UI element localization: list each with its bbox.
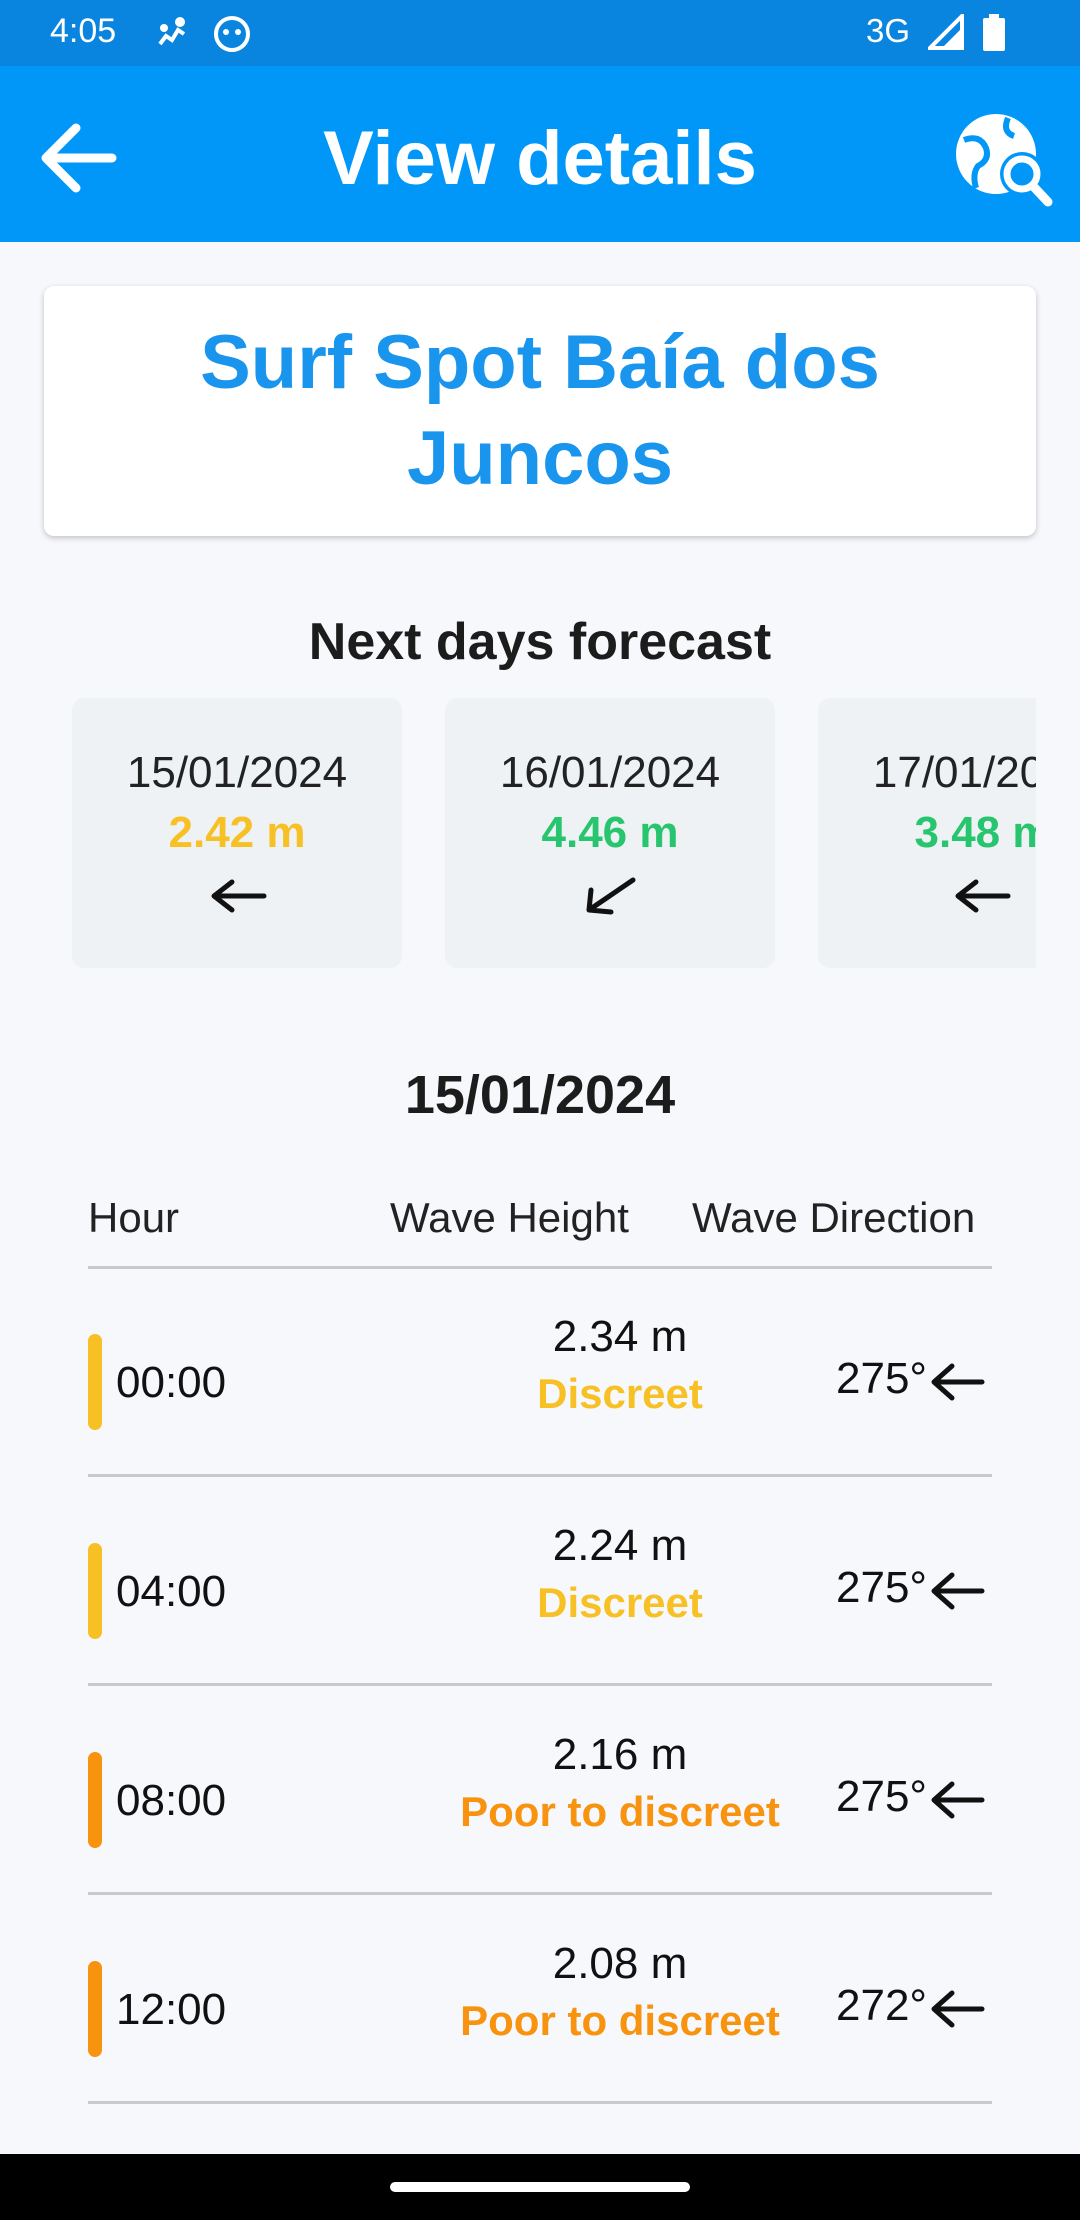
row-hour: 04:00 xyxy=(116,1567,227,1616)
spot-name: Surf Spot Baía dos Juncos xyxy=(200,320,880,501)
navigation-bar xyxy=(0,2154,1080,2220)
row-wave-height: 2.24 m xyxy=(552,1521,688,1570)
table-row: 08:00 2.16 m Poor to discreet 275° xyxy=(88,1686,992,1895)
row-wave-height: 2.34 m xyxy=(552,1312,688,1361)
home-handle[interactable] xyxy=(390,2182,690,2192)
row-direction: 275° xyxy=(836,1563,928,1612)
row-wave-height: 2.16 m xyxy=(552,1730,688,1779)
location-sync-icon xyxy=(152,14,192,55)
forecast-card[interactable]: 15/01/2024 2.42 m xyxy=(72,698,402,968)
quality-indicator xyxy=(88,1752,102,1848)
arrow-left-icon xyxy=(931,1990,985,2028)
row-hour: 08:00 xyxy=(116,1776,227,1825)
page-title: View details xyxy=(323,116,757,201)
robot-icon xyxy=(212,14,252,59)
arrow-left-icon xyxy=(211,879,267,913)
app-bar: View details xyxy=(0,66,1080,242)
forecast-card[interactable]: 16/01/2024 4.46 m xyxy=(445,698,775,968)
table-row: 12:00 2.08 m Poor to discreet 272° xyxy=(88,1895,992,2104)
arrow-left-icon xyxy=(931,1363,985,1401)
selected-day-title: 15/01/2024 xyxy=(404,1065,676,1125)
column-header-hour: Hour xyxy=(88,1194,180,1241)
row-quality: Discreet xyxy=(537,1370,703,1417)
spot-card: Surf Spot Baía dos Juncos xyxy=(44,286,1036,536)
table-row: 04:00 2.24 m Discreet 275° xyxy=(88,1477,992,1686)
row-quality: Poor to discreet xyxy=(460,1788,780,1835)
forecast-height: 3.48 m xyxy=(914,808,1037,857)
arrow-left-icon xyxy=(931,1572,985,1610)
forecast-date: 15/01/2024 xyxy=(126,748,348,797)
row-direction: 275° xyxy=(836,1354,928,1403)
row-hour: 00:00 xyxy=(116,1358,227,1407)
row-hour: 12:00 xyxy=(116,1985,227,2034)
network-type: 3G xyxy=(866,12,911,49)
row-wave-height: 2.08 m xyxy=(552,1939,688,1988)
map-search-button[interactable] xyxy=(950,104,1060,214)
battery-icon xyxy=(982,14,1006,57)
status-bar: 4:05 3G xyxy=(0,0,1080,66)
arrow-left-icon xyxy=(931,1781,985,1819)
row-direction: 272° xyxy=(836,1981,928,2030)
globe-search-icon xyxy=(956,114,1053,207)
arrow-left-icon xyxy=(955,879,1011,913)
row-direction: 275° xyxy=(836,1772,928,1821)
row-quality: Discreet xyxy=(537,1579,703,1626)
forecast-title: Next days forecast xyxy=(308,613,772,671)
forecast-height: 4.46 m xyxy=(541,808,679,857)
column-header-wave-direction: Wave Direction xyxy=(692,1194,976,1241)
forecast-date: 16/01/2024 xyxy=(499,748,721,797)
signal-icon xyxy=(925,11,964,55)
forecast-height: 2.42 m xyxy=(168,808,306,857)
forecast-card[interactable]: 17/01/2024 3.48 m xyxy=(818,698,1036,968)
column-header-wave-height: Wave Height xyxy=(390,1194,629,1241)
status-time: 4:05 xyxy=(50,12,117,50)
forecast-carousel[interactable]: 15/01/2024 2.42 m 16/01/2024 4.46 m 17/0… xyxy=(44,696,1036,970)
table-row: 00:00 2.34 m Discreet 275° xyxy=(88,1268,992,1477)
quality-indicator xyxy=(88,1543,102,1639)
arrow-down-left-icon xyxy=(586,877,636,915)
row-quality: Poor to discreet xyxy=(460,1997,780,2044)
quality-indicator xyxy=(88,1334,102,1430)
quality-indicator xyxy=(88,1961,102,2057)
table-header: Hour Wave Height Wave Direction xyxy=(88,1186,992,1269)
forecast-date: 17/01/2024 xyxy=(872,748,1036,797)
